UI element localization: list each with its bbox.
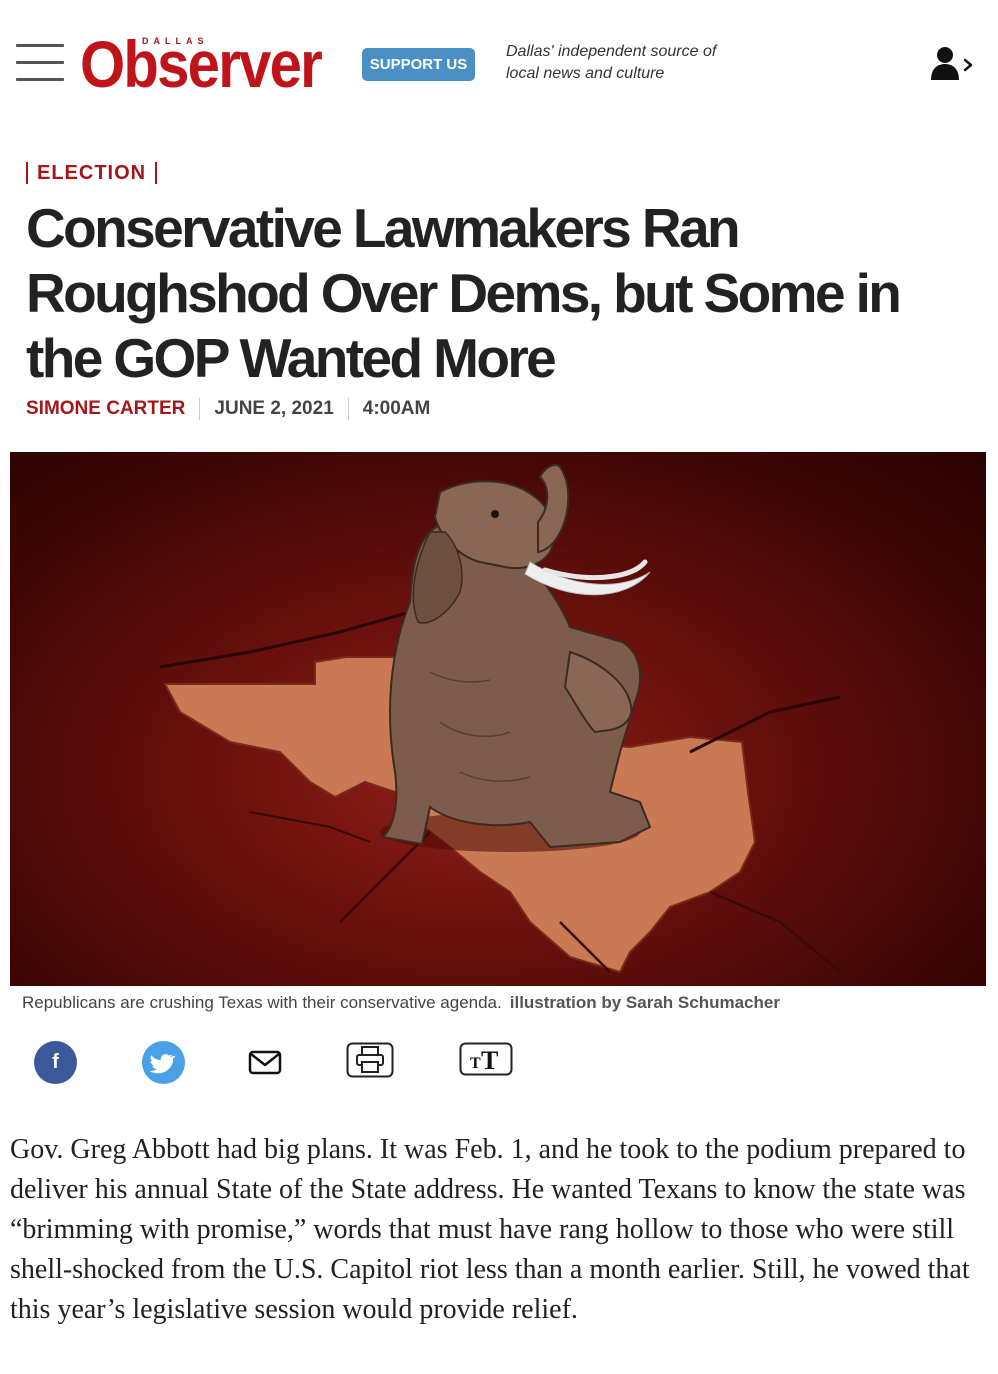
publish-time: 4:00AM xyxy=(362,398,431,419)
svg-text:T: T xyxy=(470,1055,481,1072)
caption-text: Republicans are crushing Texas with thei… xyxy=(22,993,502,1012)
facebook-share-button[interactable]: f xyxy=(34,1041,77,1084)
email-icon xyxy=(248,1050,282,1075)
svg-text:T: T xyxy=(481,1046,498,1075)
menu-icon[interactable] xyxy=(16,44,64,82)
publish-date: JUNE 2, 2021 xyxy=(214,398,334,419)
facebook-icon: f xyxy=(52,1051,59,1073)
print-icon xyxy=(346,1042,394,1078)
section-tag[interactable]: ELECTION xyxy=(26,160,158,186)
text-size-icon: T T xyxy=(459,1042,513,1076)
byline: SIMONE CARTER JUNE 2, 2021 4:00AM xyxy=(26,398,430,420)
tagline-line: local news and culture xyxy=(506,65,665,82)
print-button[interactable] xyxy=(346,1042,394,1078)
section-label: ELECTION xyxy=(37,161,147,184)
text-size-button[interactable]: T T xyxy=(459,1042,513,1076)
account-icon[interactable] xyxy=(928,44,976,84)
tagline-line: Dallas' independent source of xyxy=(506,43,717,60)
menu-line xyxy=(16,44,64,47)
byline-divider xyxy=(347,398,349,420)
byline-divider xyxy=(199,398,201,420)
image-caption: Republicans are crushing Texas with thei… xyxy=(22,993,780,1013)
author-link[interactable]: SIMONE CARTER xyxy=(26,398,185,420)
site-tagline: Dallas' independent source of local news… xyxy=(506,41,736,85)
article-body-paragraph: Gov. Greg Abbott had big plans. It was F… xyxy=(10,1134,970,1325)
image-credit: illustration by Sarah Schumacher xyxy=(509,993,780,1012)
section-divider xyxy=(26,162,28,184)
article-headline: Conservative Lawmakers Ran Roughshod Ove… xyxy=(26,197,902,389)
elephant-on-texas-illustration xyxy=(159,464,841,974)
hero-image xyxy=(10,452,986,986)
email-share-button[interactable] xyxy=(246,1046,284,1078)
support-us-button[interactable]: SUPPORT US xyxy=(362,48,475,81)
menu-line xyxy=(16,78,64,81)
twitter-share-button[interactable] xyxy=(142,1041,185,1084)
section-divider xyxy=(155,162,158,184)
user-icon xyxy=(931,47,973,80)
menu-line xyxy=(16,61,64,64)
site-logo[interactable]: Observer DALLAS xyxy=(80,28,342,100)
twitter-icon xyxy=(149,1054,176,1074)
logo-dallas: DALLAS xyxy=(142,36,209,46)
